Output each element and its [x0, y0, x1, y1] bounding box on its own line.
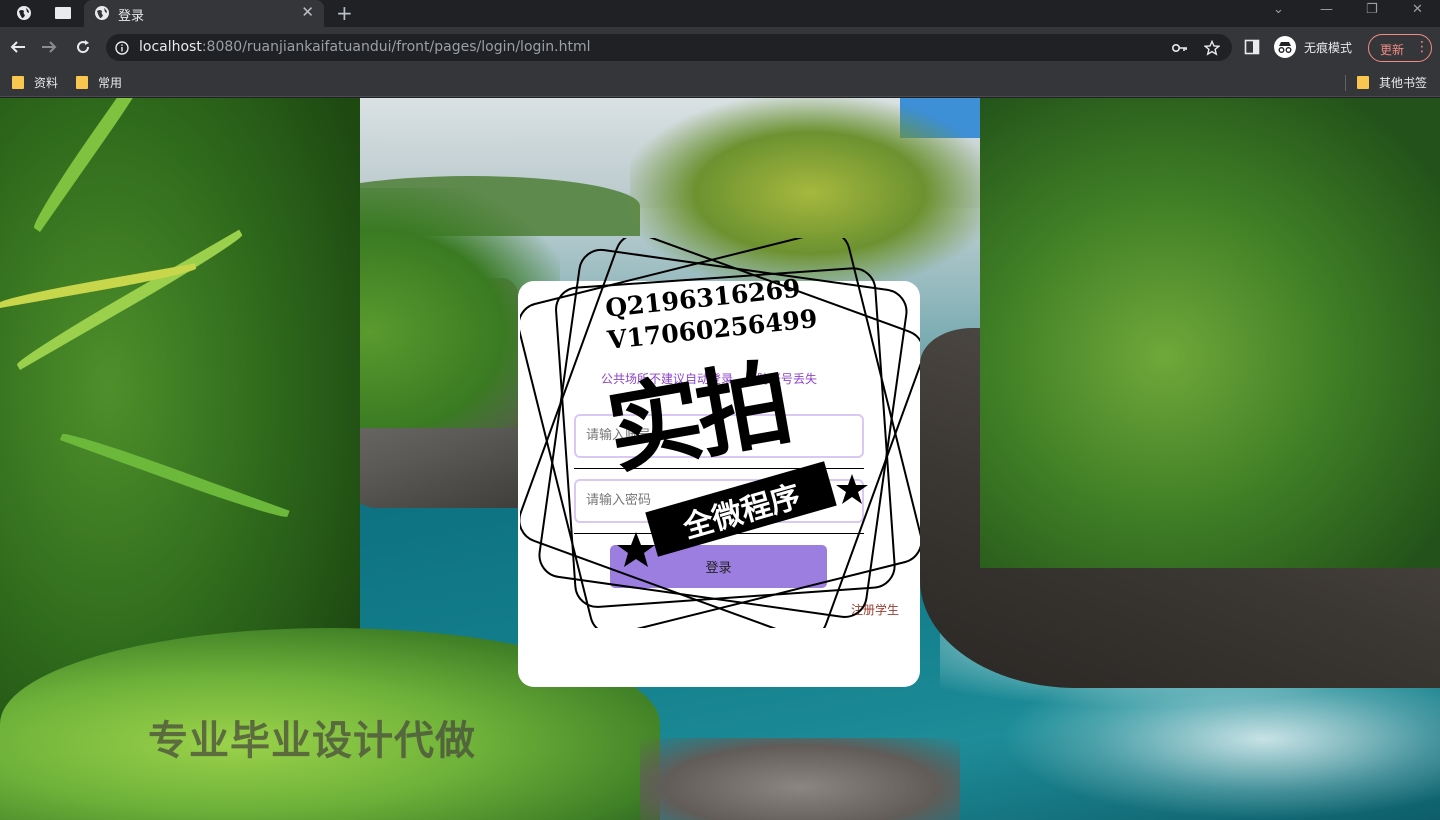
bookmark-label: 常用	[98, 76, 123, 90]
bookmark-folder-changyong[interactable]: 常用	[76, 74, 122, 91]
bottom-watermark: 专业毕业设计代做	[148, 718, 476, 764]
globe-icon[interactable]	[15, 4, 33, 22]
update-button[interactable]: 更新 ⋮	[1368, 34, 1432, 62]
folder-icon	[76, 76, 88, 89]
address-bar[interactable]: localhost:8080/ruanjiankaifatuandui/fron…	[106, 34, 1232, 61]
folder-icon	[12, 76, 24, 89]
site-info-icon[interactable]	[115, 40, 129, 55]
more-menu-icon[interactable]: ⋮	[1415, 39, 1429, 55]
tab-strip: 登录 ✕ + ⌄ — ❐ ✕	[0, 0, 1440, 27]
other-bookmarks-label: 其他书签	[1379, 76, 1428, 90]
new-tab-icon[interactable]: +	[336, 1, 353, 25]
window-close-icon[interactable]: ✕	[1412, 2, 1423, 17]
key-icon[interactable]	[1172, 40, 1188, 56]
back-icon[interactable]	[7, 36, 29, 58]
palm-trees	[630, 98, 990, 288]
url-path: :8080/ruanjiankaifatuandui/front/pages/l…	[201, 39, 591, 55]
tab-title: 登录	[118, 9, 145, 24]
globe-icon	[94, 5, 110, 21]
login-button[interactable]: 登录	[610, 545, 827, 588]
bookmark-star-icon[interactable]	[1204, 40, 1220, 56]
incognito-icon	[1274, 36, 1296, 58]
reload-icon[interactable]	[72, 36, 94, 58]
register-student-link[interactable]: 注册学生	[851, 601, 899, 618]
forward-icon[interactable]	[38, 36, 60, 58]
bookmark-folder-ziliao[interactable]: 资料	[12, 74, 58, 91]
url-host: localhost	[139, 39, 202, 55]
close-tab-icon[interactable]: ✕	[301, 3, 314, 21]
foreground-rock	[640, 738, 960, 820]
update-label: 更新	[1380, 43, 1405, 57]
incognito-indicator[interactable]: 无痕模式	[1274, 36, 1352, 58]
incognito-label: 无痕模式	[1304, 40, 1353, 55]
restore-icon[interactable]: ❐	[1366, 2, 1378, 17]
bookmarks-divider	[1345, 75, 1346, 91]
other-bookmarks-folder[interactable]: 其他书签	[1357, 74, 1427, 91]
side-panel-icon[interactable]	[1244, 39, 1260, 55]
tab-login[interactable]: 登录 ✕	[84, 0, 324, 27]
folder-icon	[1357, 76, 1369, 89]
minimize-icon[interactable]: —	[1320, 2, 1333, 17]
bookmark-label: 资料	[34, 76, 59, 90]
tab-search-icon[interactable]: ⌄	[1273, 2, 1284, 17]
url-text[interactable]: localhost:8080/ruanjiankaifatuandui/fron…	[139, 39, 591, 55]
bookmarks-bar: 资料 常用 其他书签	[0, 67, 1440, 97]
tab-overview-icon[interactable]	[54, 4, 72, 22]
jungle-foliage-right	[980, 98, 1440, 568]
